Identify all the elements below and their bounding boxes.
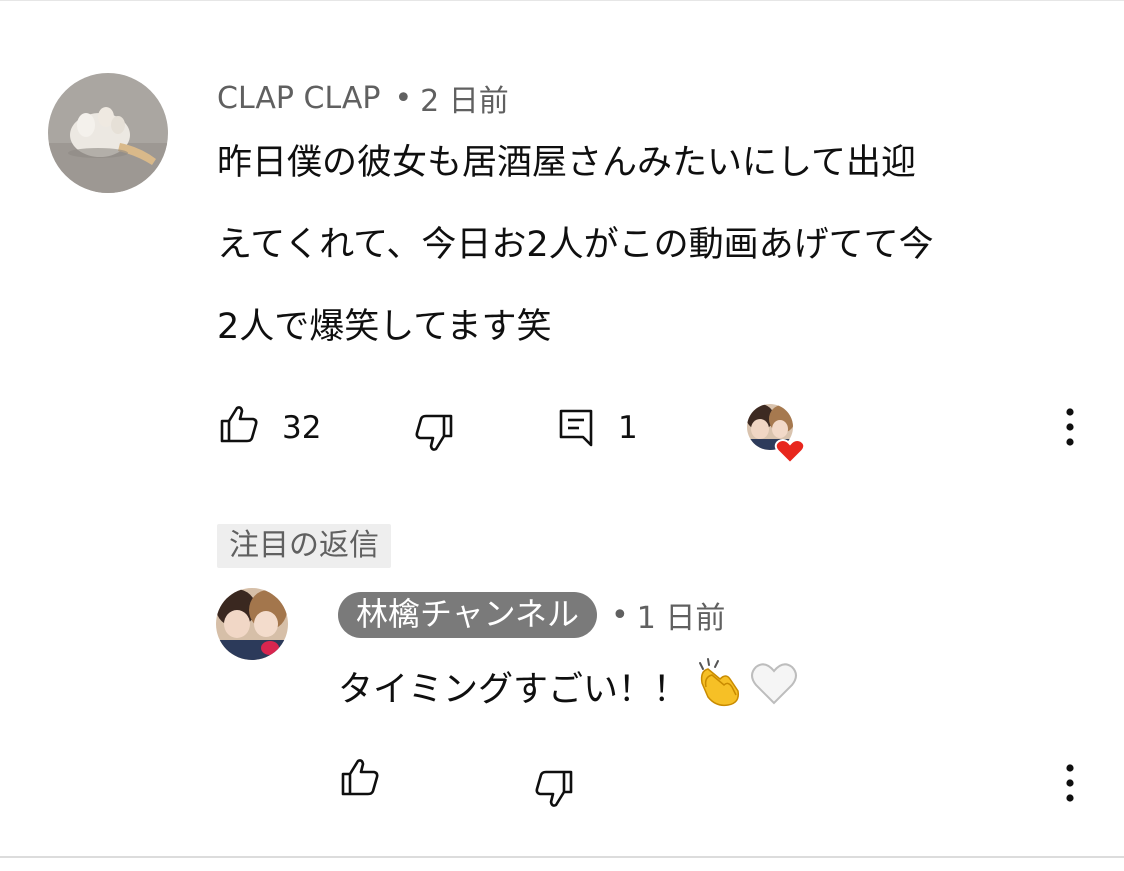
- bottom-divider: [0, 856, 1124, 858]
- comment-time[interactable]: 2 日前: [420, 76, 509, 120]
- meta-separator: •: [394, 80, 413, 116]
- reply-like-icon[interactable]: [340, 757, 382, 797]
- highlighted-reply-label: 注目の返信: [217, 524, 391, 568]
- reply-text: タイミングすごい！！: [338, 657, 800, 723]
- creator-heart-icon: [746, 403, 808, 465]
- meta-separator: •: [611, 597, 629, 633]
- top-divider: [0, 0, 1124, 1]
- reply-count[interactable]: 1: [618, 408, 638, 448]
- reply-text-content: タイミングすごい！！: [338, 670, 689, 710]
- comment-author[interactable]: CLAP CLAP: [217, 81, 380, 116]
- reply-time[interactable]: 1 日前: [637, 593, 726, 637]
- comment-meta: CLAP CLAP • 2 日前: [217, 76, 509, 120]
- clapping-hands-emoji: [692, 657, 744, 723]
- reply-meta: 林檎チャンネル • 1 日前: [338, 592, 725, 638]
- comment-text: 昨日僕の彼女も居酒屋さんみたいにして出迎 えてくれて、今日お2人がこの動画あげて…: [217, 143, 934, 347]
- reply-icon[interactable]: [558, 408, 594, 448]
- dislike-icon[interactable]: [412, 413, 454, 453]
- white-heart-emoji: [748, 657, 800, 723]
- more-options-icon[interactable]: [1062, 406, 1078, 448]
- reply-author-chip[interactable]: 林檎チャンネル: [338, 592, 598, 638]
- like-count: 32: [282, 410, 322, 446]
- reply-more-options-icon[interactable]: [1062, 762, 1078, 804]
- like-icon[interactable]: [219, 404, 261, 444]
- reply-author-avatar[interactable]: [216, 588, 288, 660]
- commenter-avatar[interactable]: [48, 73, 168, 193]
- reply-dislike-icon[interactable]: [532, 769, 574, 809]
